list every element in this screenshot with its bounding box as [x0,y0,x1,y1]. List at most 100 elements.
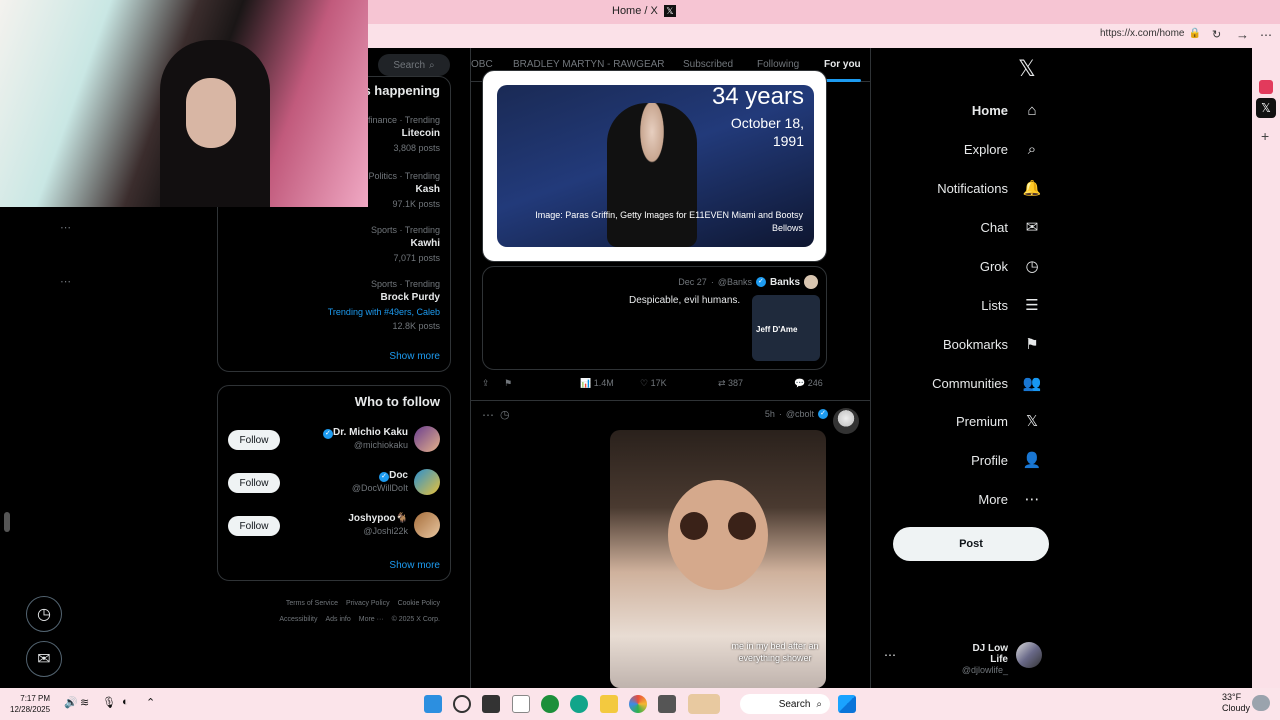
windows-start-icon[interactable] [838,695,856,713]
nav-item-chat[interactable]: Chat ✉ [981,212,1042,242]
share-icon[interactable]: ⇪ [482,378,490,389]
trend-item[interactable]: Sports · Trending Brock Purdy Trending wit… [60,276,440,333]
suggestion-handle: @Joshi22k [363,526,408,536]
section-title: Who to follow [354,394,440,409]
task-view-icon[interactable] [658,695,676,713]
post-image[interactable]: me in my bed after an everything shower [610,430,826,688]
footer-link[interactable]: Privacy Policy [346,600,390,607]
reply-button[interactable]: 💬 246 [794,378,823,389]
follow-button[interactable]: Follow [228,430,280,450]
taskbar-search[interactable]: Search ⌕ [740,694,830,714]
clock[interactable]: 7:17 PM 12/28/2025 [10,693,50,715]
nav-item-profile[interactable]: Profile 👤 [971,445,1042,475]
account-switcher[interactable]: ⋯ DJ Low Life @djlowlife_ [882,640,1042,675]
xbox-icon[interactable] [541,695,559,713]
nav-item-more[interactable]: More ⋯ [978,484,1042,514]
like-button[interactable]: ♡ 17K [640,378,667,389]
trend-related: Trending with #49ers, Caleb [327,307,440,317]
follow-button[interactable]: Follow [228,516,280,536]
avatar[interactable] [414,426,440,452]
nav-item-explore[interactable]: Explore ⌕ [964,134,1042,164]
doll-eye [680,512,708,540]
search-input[interactable]: Search ⌕ [378,54,450,76]
more-dots-icon[interactable]: ⋯ [482,408,494,422]
follow-suggestion[interactable]: Follow ✓ Dr. Michio Kaku @michiokaku [228,426,440,454]
replies-count: 246 [807,378,823,388]
avatar [1016,642,1042,668]
store-icon[interactable] [482,695,500,713]
reload-icon[interactable]: ↻ [1212,28,1221,41]
footer-link[interactable]: Ads info [325,616,350,623]
x-logo-icon[interactable]: 𝕏 [1018,56,1036,82]
back-arrow-icon[interactable]: → [1236,27,1249,42]
wifi-icon[interactable]: ≋ [80,696,89,709]
footer-link[interactable]: Cookie Policy [398,600,440,607]
obs-icon[interactable] [453,695,471,713]
quote-thumbnail: Jeff D'Ame [752,295,820,361]
quote-tweet[interactable]: Dec 27 · @Banks ✓ Banks Despicable, evil… [482,266,827,370]
chevron-up-icon[interactable]: ⌃ [146,696,155,709]
tab-subscribed[interactable]: Subscribed [683,59,733,70]
chrome-icon[interactable] [629,695,647,713]
app-shortcut-icon[interactable] [1259,80,1273,94]
tab-list[interactable]: BRADLEY MARTYN - RAWGEAR [513,59,665,70]
more-dots-icon[interactable]: ⋯ [60,221,71,235]
file-explorer-icon[interactable] [600,695,618,713]
url-field[interactable]: https://x.com/home 🔒 [1100,28,1204,39]
nav-item-lists[interactable]: Lists ☰ [981,290,1042,320]
trend-post-count: 7,071 posts [393,253,440,263]
nav-item-premium[interactable]: Premium 𝕏 [956,406,1042,436]
footer-link[interactable]: © 2025 X Corp. [392,616,440,623]
views-stat[interactable]: 📊 1.4M [580,378,614,389]
notepad-icon[interactable] [512,695,530,713]
volume-icon[interactable]: 🔊 [64,696,78,709]
app-icon[interactable] [424,695,442,713]
nav-item-communities[interactable]: Communities 👥 [932,368,1042,398]
show-more-link[interactable]: Show more [389,351,440,362]
footer-row: Terms of Service Privacy Policy Cookie Pol… [230,596,440,612]
tab-following[interactable]: Following [757,59,799,70]
repost-button[interactable]: ⇄ 387 [718,378,743,389]
avatar[interactable] [414,512,440,538]
grok-icon[interactable]: ◷ [500,408,510,421]
microphone-icon[interactable]: 🎙 [102,696,116,709]
nav-item-notifications[interactable]: Notifications 🔔 [937,173,1042,203]
avatar[interactable] [833,408,859,434]
edge-icon[interactable] [570,695,588,713]
overlay-year: 1991 [772,133,804,149]
menu-dots-icon[interactable]: ⋯ [1260,28,1272,42]
add-icon[interactable]: + [1261,128,1269,144]
trend-item[interactable]: Sports · Trending Kawhi 7,071 posts ⋯ [60,222,440,265]
post-button[interactable]: Post [893,527,1049,561]
people-icon: 👥 [1022,375,1042,392]
footer-link[interactable]: Accessibility [279,616,317,623]
follow-suggestion[interactable]: Follow ✓ Doc @DocWillDoIt [228,469,440,497]
avatar[interactable] [414,469,440,495]
tab-for-you[interactable]: For you [824,59,861,70]
footer-link[interactable]: Terms of Service [286,600,338,607]
messages-fab-icon[interactable]: ✉ [26,641,62,677]
nav-item-bookmarks[interactable]: Bookmarks ⚑ [943,329,1042,359]
browser-tab[interactable]: Home / X 𝕏 [612,5,676,17]
more-dots-icon[interactable]: ⋯ [60,275,71,289]
bookmark-icon[interactable]: ⚑ [504,378,512,389]
nav-item-grok[interactable]: Grok ◷ [980,251,1042,281]
follow-button[interactable]: Follow [228,473,280,493]
nav-item-label: Lists [981,297,1008,313]
image-credit: Image: Paras Griffin, Getty Images for E… [535,210,803,233]
who-to-follow-panel: Who to follow Follow ✓ Dr. Michio Kaku @mic… [217,385,451,581]
weather-widget[interactable]: 33°F Cloudy [1222,692,1250,714]
footer-link[interactable]: More ··· [359,616,384,623]
show-more-link[interactable]: Show more [389,560,440,571]
grok-fab-icon[interactable]: ◷ [26,596,62,632]
x-shortcut-icon[interactable]: 𝕏 [1256,98,1276,118]
scrollbar-thumb[interactable] [4,512,10,532]
follow-suggestion[interactable]: Follow Joshypoo🐐 @Joshi22k [228,512,440,540]
app-tray-icon[interactable]: ◐ [122,696,129,708]
suggestion-name: Joshypoo🐐 [348,513,408,524]
quoted-media-card[interactable]: 34 years October 18, 1991 Image: Paras G… [482,70,827,262]
nav-item-label: Bookmarks [942,336,1008,352]
more-dots-icon[interactable]: ⋯ [884,648,896,662]
tab-list-2[interactable]: OBC [471,59,493,70]
nav-item-home[interactable]: Home ⌂ [972,95,1042,125]
